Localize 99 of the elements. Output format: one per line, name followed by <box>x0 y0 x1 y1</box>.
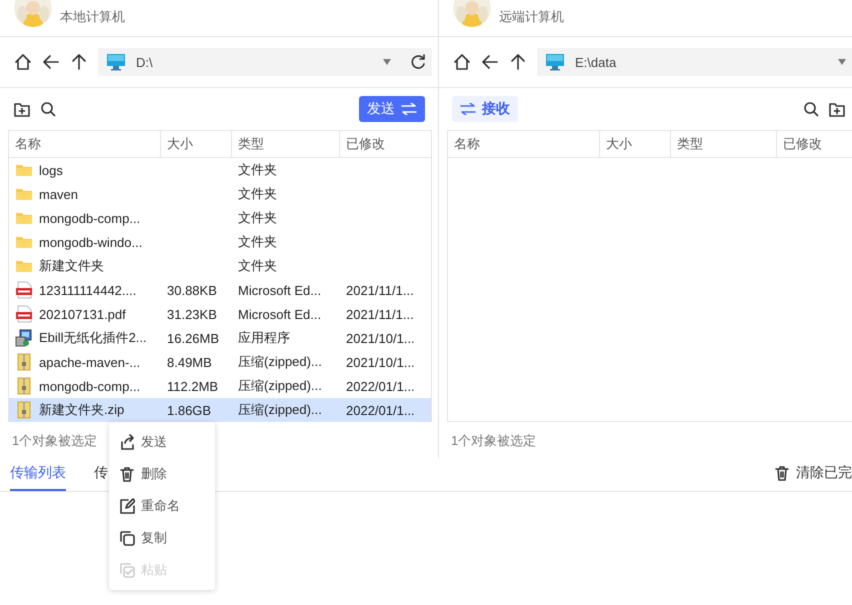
transfer-tab[interactable]: 传输列表 <box>10 464 66 491</box>
copy-icon <box>119 530 135 546</box>
column-header[interactable]: 大小 <box>600 131 671 157</box>
up-icon[interactable] <box>70 53 88 71</box>
file-size: 8.49MB <box>167 354 212 370</box>
dropdown-icon[interactable] <box>837 59 847 65</box>
path-text: E:\data <box>575 54 618 70</box>
column-header[interactable]: 大小 <box>161 131 232 157</box>
file-row[interactable]: maven 文件夹 <box>9 182 431 206</box>
file-name: logs <box>39 162 63 178</box>
home-icon[interactable] <box>453 53 471 71</box>
file-name: 新建文件夹 <box>39 257 104 275</box>
file-type: 压缩(zipped)... <box>238 354 322 369</box>
transfer-icon <box>460 103 476 115</box>
file-size: 112.2MB <box>167 378 218 394</box>
file-type: Microsoft Ed... <box>238 306 322 322</box>
computer-label: 本地计算机 <box>60 8 125 26</box>
back-icon[interactable] <box>481 53 499 71</box>
file-type: 压缩(zipped)... <box>238 378 322 393</box>
file-date: 2022/01/1... <box>346 378 415 394</box>
receive-button[interactable]: 接收 <box>452 96 518 122</box>
file-date: 2021/10/1... <box>346 330 415 346</box>
menu-item[interactable]: 重命名 <box>109 490 215 522</box>
new-folder-icon[interactable] <box>14 101 30 117</box>
file-type: 文件夹 <box>238 162 277 177</box>
pdf-icon <box>15 281 33 299</box>
file-size: 30.88KB <box>167 282 217 298</box>
file-name: 新建文件夹.zip <box>39 401 124 419</box>
file-type: 应用程序 <box>238 330 290 345</box>
file-row[interactable]: 新建文件夹.zip 1.86GB 压缩(zipped)... 2022/01/1... <box>9 398 431 422</box>
up-icon[interactable] <box>509 53 527 71</box>
paste-icon <box>119 562 135 578</box>
trash-icon <box>774 465 790 481</box>
file-row[interactable]: mongodb-windo... 文件夹 <box>9 230 431 254</box>
menu-item[interactable]: 删除 <box>109 458 215 490</box>
file-row[interactable]: 123111114442.... 30.88KB Microsoft Ed... 2021/11/1... <box>9 278 431 302</box>
refresh-icon[interactable] <box>410 54 426 70</box>
column-header[interactable]: 已修改 <box>777 131 852 157</box>
file-name: mongodb-comp... <box>39 378 140 394</box>
file-name: mongodb-comp... <box>39 210 140 226</box>
file-size: 16.26MB <box>167 330 220 346</box>
send-button[interactable]: 发送 <box>359 96 425 122</box>
file-row[interactable]: 新建文件夹 文件夹 <box>9 254 431 278</box>
column-header[interactable]: 已修改 <box>340 131 433 157</box>
file-row[interactable]: mongodb-comp... 112.2MB 压缩(zipped)... 2022/01/1... <box>9 374 431 398</box>
file-size: 31.23KB <box>167 306 217 322</box>
file-type: 压缩(zipped)... <box>238 402 322 417</box>
file-row[interactable]: mongodb-comp... 文件夹 <box>9 206 431 230</box>
file-row[interactable]: Ebill无纸化插件2... 16.26MB 应用程序 2021/10/1... <box>9 326 431 350</box>
search-icon[interactable] <box>803 101 819 117</box>
column-header[interactable]: 名称 <box>448 131 600 157</box>
path-text: D:\ <box>136 54 154 70</box>
file-date: 2022/01/1... <box>346 402 415 418</box>
file-date: 2021/10/1... <box>346 354 415 370</box>
file-type: 文件夹 <box>238 210 277 225</box>
installer-icon <box>15 329 33 347</box>
zip-file-icon <box>15 353 33 371</box>
file-row[interactable]: apache-maven-... 8.49MB 压缩(zipped)... 2021/10/1... <box>9 350 431 374</box>
clear-completed-button[interactable]: 清除已完 <box>774 464 852 491</box>
file-type: Microsoft Ed... <box>238 282 322 298</box>
file-row[interactable]: 202107131.pdf 31.23KB Microsoft Ed... 2021/11/1... <box>9 302 431 326</box>
edit-icon <box>119 498 135 514</box>
computer-label: 远端计算机 <box>499 8 564 26</box>
file-type: 文件夹 <box>238 258 277 273</box>
home-icon[interactable] <box>14 53 32 71</box>
file-row[interactable]: logs 文件夹 <box>9 158 431 182</box>
file-type: 文件夹 <box>238 186 277 201</box>
zip-file-icon <box>15 377 33 395</box>
selection-status: 1个对象被选定 <box>451 433 536 448</box>
menu-item[interactable]: 发送 <box>109 426 215 458</box>
file-date: 2021/11/1... <box>346 282 414 298</box>
file-name: Ebill无纸化插件2... <box>39 329 147 347</box>
transfer-tab[interactable]: 传 <box>94 464 108 491</box>
column-header[interactable]: 类型 <box>232 131 340 157</box>
column-header[interactable]: 类型 <box>671 131 777 157</box>
file-name: maven <box>39 186 78 202</box>
file-type: 文件夹 <box>238 234 277 249</box>
file-size: 1.86GB <box>167 402 212 418</box>
monitor-icon <box>545 53 565 71</box>
transfer-icon <box>401 103 417 115</box>
file-name: apache-maven-... <box>39 354 140 370</box>
new-folder-icon[interactable] <box>829 101 845 117</box>
file-name: 123111114442.... <box>39 282 136 298</box>
file-name: mongodb-windo... <box>39 234 142 250</box>
path-field[interactable]: E:\data <box>537 48 852 76</box>
dropdown-icon[interactable] <box>382 59 392 65</box>
search-icon[interactable] <box>40 101 56 117</box>
trash-icon <box>119 466 135 482</box>
menu-item[interactable]: 复制 <box>109 522 215 554</box>
file-date: 2021/11/1... <box>346 306 414 322</box>
pdf-icon <box>15 305 33 323</box>
path-field[interactable]: D:\ <box>98 48 432 76</box>
file-name: 202107131.pdf <box>39 306 126 322</box>
back-icon[interactable] <box>42 53 60 71</box>
share-icon <box>119 434 135 450</box>
zip-file-icon <box>15 401 33 419</box>
selection-status: 1个对象被选定 <box>12 433 98 448</box>
monitor-icon <box>106 53 126 71</box>
column-header[interactable]: 名称 <box>9 131 161 157</box>
